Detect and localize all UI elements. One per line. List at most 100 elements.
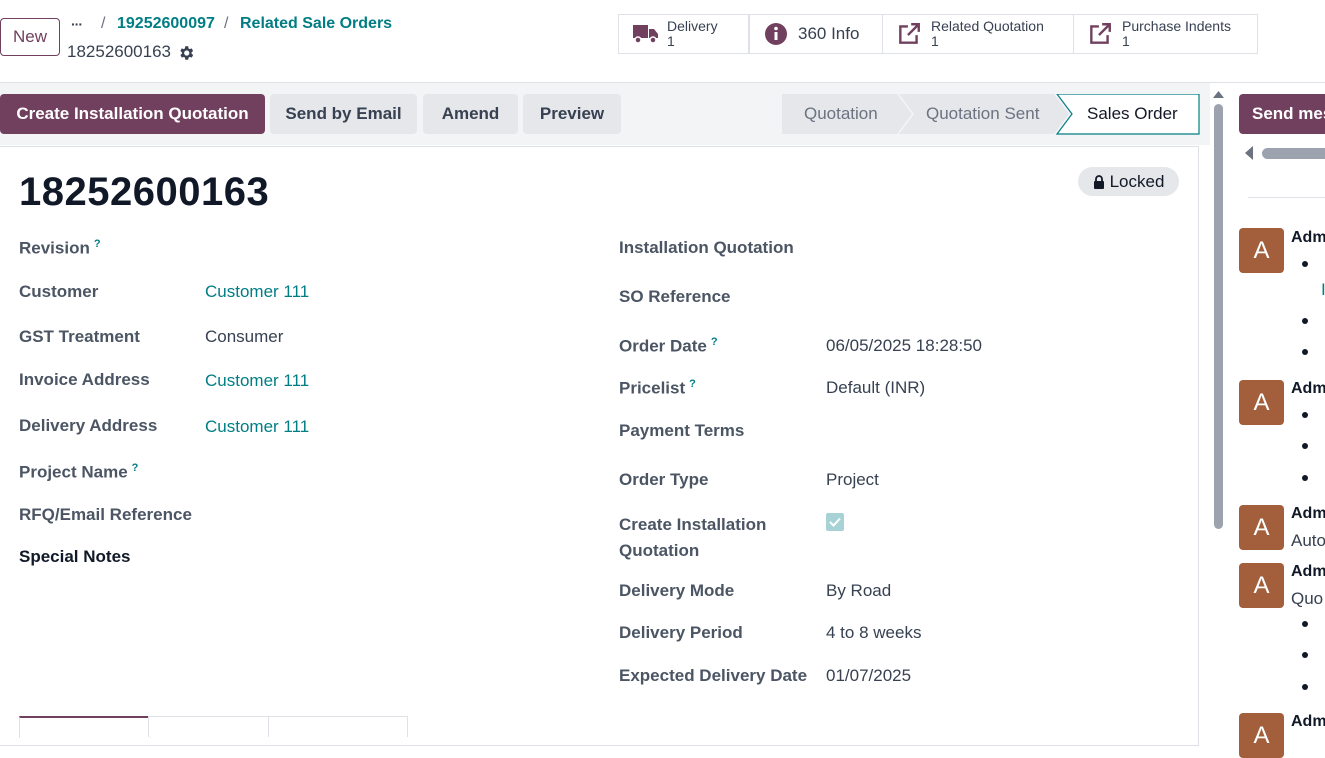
project-name-label-text: Project Name — [19, 462, 128, 482]
order-date-label: Order Date? — [619, 336, 718, 357]
breadcrumb-item-related-sale-orders[interactable]: Related Sale Orders — [240, 15, 392, 33]
delivery-period-label: Delivery Period — [619, 623, 743, 642]
rfq-email-reference-label: RFQ/Email Reference — [19, 505, 192, 524]
special-notes-label: Special Notes — [19, 547, 131, 566]
send-by-email-button[interactable]: Send by Email — [270, 94, 417, 134]
info-icon — [762, 20, 790, 48]
avatar[interactable]: A — [1239, 505, 1284, 550]
revision-label-text: Revision — [19, 238, 90, 258]
list-bullet — [1302, 621, 1308, 627]
message-link[interactable]: I — [1321, 280, 1325, 300]
list-bullet — [1302, 349, 1308, 355]
delivery-smart-button[interactable]: Delivery 1 — [618, 14, 749, 54]
list-bullet — [1302, 443, 1308, 449]
preview-button[interactable]: Preview — [523, 94, 621, 134]
amend-button[interactable]: Amend — [423, 94, 518, 134]
truck-icon — [631, 20, 659, 48]
smart-button-count: 1 — [667, 33, 675, 49]
list-bullet — [1302, 318, 1308, 324]
list-bullet — [1302, 684, 1308, 690]
external-link-icon — [1086, 20, 1114, 48]
smart-button-label: Delivery — [667, 18, 718, 34]
status-step-quotation-sent[interactable]: Quotation Sent — [926, 94, 1039, 134]
payment-terms-label: Payment Terms — [619, 421, 745, 440]
help-tooltip-icon[interactable]: ? — [132, 462, 139, 474]
help-tooltip-icon[interactable]: ? — [689, 378, 696, 390]
list-bullet — [1302, 475, 1308, 481]
message-author[interactable]: Admin — [1291, 229, 1325, 247]
status-step-quotation[interactable]: Quotation — [804, 94, 878, 134]
breadcrumb-item-order[interactable]: 19252600097 — [117, 15, 215, 33]
avatar[interactable]: A — [1239, 563, 1284, 608]
gst-treatment-value: Consumer — [205, 327, 284, 346]
invoice-address-label: Invoice Address — [19, 370, 150, 389]
vertical-scrollbar-thumb[interactable] — [1214, 104, 1223, 529]
locked-label: Locked — [1109, 171, 1165, 191]
create-installation-label-line1: Create Installation — [619, 515, 767, 534]
message-body: Quo — [1291, 589, 1324, 608]
message-author[interactable]: Admin — [1291, 563, 1325, 581]
delivery-period-value: 4 to 8 weeks — [826, 623, 922, 642]
help-tooltip-icon[interactable]: ? — [711, 336, 718, 348]
locked-badge[interactable]: Locked — [1078, 167, 1179, 196]
form-sheet — [0, 146, 1199, 746]
notebook-tab[interactable] — [19, 716, 151, 738]
help-tooltip-icon[interactable]: ? — [94, 238, 101, 250]
pricelist-label-text: Pricelist — [619, 378, 686, 398]
info-360-smart-button[interactable]: 360 Info — [749, 14, 883, 54]
order-date-value: 06/05/2025 18:28:50 — [826, 336, 982, 355]
related-quotation-smart-button[interactable]: Related Quotation 1 — [882, 14, 1074, 54]
smart-button-count: 1 — [1122, 33, 1130, 49]
create-installation-label-line2: Quotation — [619, 541, 700, 560]
scroll-left-arrow-icon[interactable] — [1245, 146, 1253, 160]
chatter-divider — [1248, 197, 1325, 198]
create-installation-quotation-label: Create Installation Quotation — [619, 512, 766, 564]
horizontal-scrollbar-thumb[interactable] — [1262, 148, 1325, 159]
smart-button-label: Related Quotation — [931, 18, 1044, 34]
breadcrumb-separator: / — [224, 15, 229, 32]
gear-icon[interactable] — [177, 44, 195, 67]
expected-delivery-date-value: 01/07/2025 — [826, 666, 912, 685]
send-message-button[interactable]: Send message — [1239, 94, 1325, 134]
lock-icon — [1093, 174, 1105, 189]
order-type-label: Order Type — [619, 470, 709, 489]
create-installation-checkbox[interactable] — [826, 513, 844, 531]
pricelist-label: Pricelist? — [619, 378, 696, 399]
message-author[interactable]: Admin — [1291, 713, 1325, 731]
message-author[interactable]: Admin — [1291, 505, 1325, 523]
message-author[interactable]: Admin — [1291, 380, 1325, 398]
create-installation-quotation-button[interactable]: Create Installation Quotation — [0, 94, 265, 134]
smart-button-label: Purchase Indents — [1122, 18, 1231, 34]
record-title: 18252600163 — [19, 170, 270, 214]
pricelist-value: Default (INR) — [826, 378, 926, 397]
scroll-up-arrow-icon[interactable] — [1213, 90, 1224, 98]
record-name: 18252600163 — [67, 42, 172, 61]
order-type-value: Project — [826, 470, 879, 489]
avatar[interactable]: A — [1239, 713, 1284, 758]
project-name-label: Project Name? — [19, 462, 138, 483]
breadcrumb-ellipsis-button[interactable]: ··· — [71, 16, 83, 32]
invoice-address-link[interactable]: Customer 111 — [205, 371, 309, 391]
delivery-address-link[interactable]: Customer 111 — [205, 417, 309, 437]
delivery-mode-label: Delivery Mode — [619, 581, 735, 600]
avatar[interactable]: A — [1239, 228, 1284, 273]
list-bullet — [1302, 261, 1308, 267]
breadcrumb-separator: / — [101, 15, 106, 32]
gst-treatment-label: GST Treatment — [19, 327, 140, 346]
revision-label: Revision? — [19, 238, 101, 259]
customer-label: Customer — [19, 282, 99, 301]
status-step-sales-order[interactable]: Sales Order — [1087, 94, 1178, 134]
installation-quotation-label: Installation Quotation — [619, 238, 794, 257]
external-link-icon — [895, 20, 923, 48]
so-reference-label: SO Reference — [619, 287, 731, 306]
customer-link[interactable]: Customer 111 — [205, 282, 309, 302]
new-button[interactable]: New — [0, 18, 60, 56]
delivery-mode-value: By Road — [826, 581, 892, 600]
expected-delivery-date-label: Expected Delivery Date — [619, 666, 808, 685]
checkmark-icon — [829, 517, 841, 527]
avatar[interactable]: A — [1239, 380, 1284, 425]
smart-button-label: 360 Info — [798, 24, 860, 43]
purchase-indents-smart-button[interactable]: Purchase Indents 1 — [1073, 14, 1258, 54]
order-date-label-text: Order Date — [619, 336, 707, 356]
list-bullet — [1302, 652, 1308, 658]
